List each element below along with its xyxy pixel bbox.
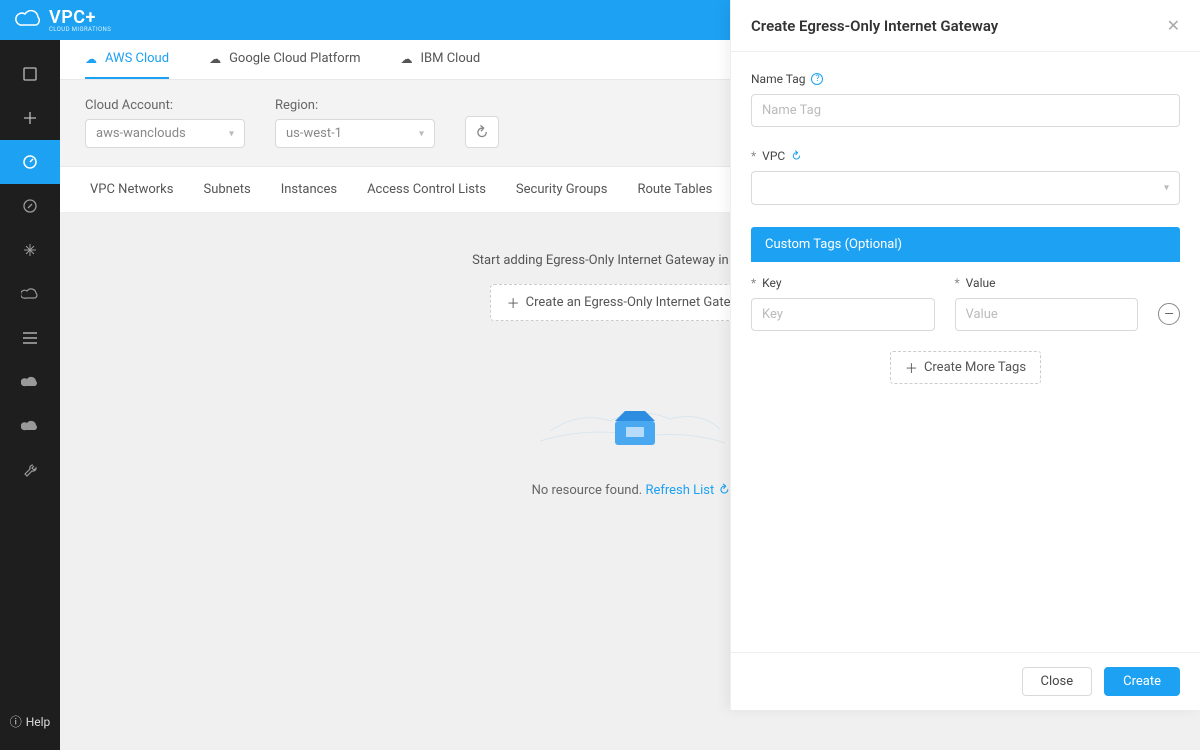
sidebar-item-add[interactable] xyxy=(0,96,60,140)
tag-key-input[interactable] xyxy=(751,298,935,331)
subtab-route-tables[interactable]: Route Tables xyxy=(637,182,712,197)
ibm-cloud-icon: ☁ xyxy=(401,52,413,66)
refresh-icon: ↻ xyxy=(471,120,493,143)
sidebar: ⓘ Help xyxy=(0,40,60,750)
region-select[interactable]: us-west-1 xyxy=(275,119,435,148)
cloud-account-select[interactable]: aws-wanclouds xyxy=(85,119,245,148)
plus-icon: ＋ xyxy=(905,358,918,377)
tag-value-input[interactable] xyxy=(955,298,1139,331)
plus-icon: ＋ xyxy=(507,293,520,312)
create-eoig-drawer: Create Egress-Only Internet Gateway ✕ Na… xyxy=(730,0,1200,710)
vpc-refresh-icon[interactable]: ↻ xyxy=(788,147,805,164)
drawer-footer: Close Create xyxy=(731,652,1200,710)
help-icon: ⓘ xyxy=(10,713,22,730)
name-tag-input[interactable] xyxy=(751,94,1180,127)
subtab-subnets[interactable]: Subnets xyxy=(203,182,250,197)
close-icon[interactable]: ✕ xyxy=(1167,16,1180,35)
drawer-body: Name Tag ? * VPC ↻ Custom Tags (Optional… xyxy=(731,52,1200,652)
value-label: *Value xyxy=(955,276,1139,290)
vpc-select[interactable] xyxy=(751,171,1180,205)
subtab-acls[interactable]: Access Control Lists xyxy=(367,182,486,197)
sidebar-item-list[interactable] xyxy=(0,316,60,360)
gcp-cloud-icon: ☁ xyxy=(209,52,221,66)
name-tag-label: Name Tag ? xyxy=(751,72,1180,86)
help-label: Help xyxy=(26,715,51,729)
region-label: Region: xyxy=(275,98,435,113)
no-resource-text: No resource found. Refresh List ↻ xyxy=(532,483,729,498)
refresh-filters-button[interactable]: ↻ xyxy=(465,116,499,148)
empty-illustration xyxy=(530,361,730,461)
vpc-label: * VPC ↻ xyxy=(751,149,1180,163)
subtab-vpc-networks[interactable]: VPC Networks xyxy=(90,182,173,197)
sidebar-item-dashboard[interactable] xyxy=(0,140,60,184)
refresh-list-link[interactable]: Refresh List ↻ xyxy=(645,483,728,498)
custom-tags-header: Custom Tags (Optional) xyxy=(751,227,1180,262)
cloud-tab-aws[interactable]: ☁AWS Cloud xyxy=(85,40,169,79)
aws-cloud-icon: ☁ xyxy=(85,52,97,66)
key-label: *Key xyxy=(751,276,935,290)
drawer-title: Create Egress-Only Internet Gateway xyxy=(751,17,998,35)
region-filter: Region: us-west-1 xyxy=(275,98,435,148)
cloud-tab-ibm[interactable]: ☁IBM Cloud xyxy=(401,40,481,79)
subtab-instances[interactable]: Instances xyxy=(281,182,337,197)
sidebar-item-wrench[interactable] xyxy=(0,448,60,492)
cloud-tab-gcp[interactable]: ☁Google Cloud Platform xyxy=(209,40,360,79)
cloud-account-filter: Cloud Account: aws-wanclouds xyxy=(85,98,245,148)
brand-name: VPC+ xyxy=(49,7,111,28)
close-button[interactable]: Close xyxy=(1022,667,1093,696)
cloud-account-label: Cloud Account: xyxy=(85,98,245,113)
sidebar-item-cloud-1[interactable] xyxy=(0,360,60,404)
drawer-header: Create Egress-Only Internet Gateway ✕ xyxy=(731,0,1200,52)
sidebar-help[interactable]: ⓘ Help xyxy=(0,713,60,730)
tag-row: *Key *Value — xyxy=(751,276,1180,331)
sidebar-item-cloud-up[interactable] xyxy=(0,272,60,316)
create-button[interactable]: Create xyxy=(1104,667,1180,696)
help-icon[interactable]: ? xyxy=(811,73,823,85)
create-more-tags-button[interactable]: ＋ Create More Tags xyxy=(890,351,1041,384)
sidebar-item-compass[interactable] xyxy=(0,184,60,228)
sidebar-item-snowflake[interactable] xyxy=(0,228,60,272)
brand-logo: VPC+ CLOUD MIGRATIONS xyxy=(15,7,111,33)
create-eoig-button[interactable]: ＋ Create an Egress-Only Internet Gateway xyxy=(490,284,771,321)
sidebar-item-cloud-2[interactable] xyxy=(0,404,60,448)
remove-tag-button[interactable]: — xyxy=(1158,303,1180,325)
sidebar-item-1[interactable] xyxy=(0,52,60,96)
subtab-security-groups[interactable]: Security Groups xyxy=(516,182,608,197)
brand-subtitle: CLOUD MIGRATIONS xyxy=(49,26,111,33)
cloud-logo-icon xyxy=(15,10,43,30)
